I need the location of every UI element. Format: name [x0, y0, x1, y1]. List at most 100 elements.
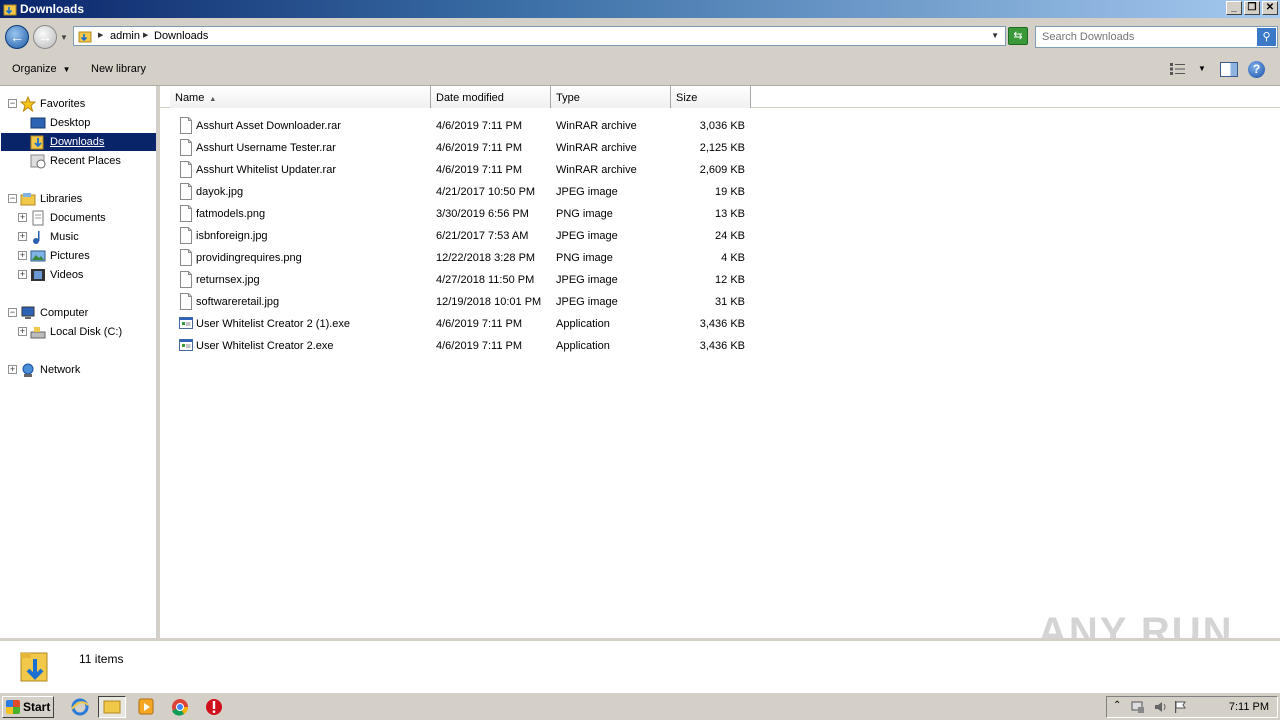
file-row[interactable]: isbnforeign.jpg 6/21/2017 7:53 AM JPEG ima…	[160, 225, 760, 247]
show-hidden-icons-icon[interactable]: ⌃	[1113, 700, 1127, 714]
breadcrumb-admin[interactable]: admin	[110, 30, 140, 42]
collapse-icon[interactable]: −	[8, 194, 17, 203]
nav-documents[interactable]: + Documents	[18, 209, 148, 227]
breadcrumb-arrow-icon[interactable]: ▶	[143, 31, 148, 39]
expand-icon[interactable]: +	[18, 232, 27, 241]
start-button[interactable]: Start	[2, 696, 54, 718]
nav-pictures[interactable]: + Pictures	[18, 247, 148, 265]
restore-button[interactable]: ❐	[1244, 1, 1260, 15]
organize-button[interactable]: Organize ▼	[12, 63, 71, 75]
nav-music-label: Music	[50, 231, 79, 243]
address-field[interactable]: ▶ admin ▶ Downloads ▼	[73, 26, 1006, 46]
volume-icon[interactable]	[1153, 700, 1167, 714]
collapse-icon[interactable]: −	[8, 99, 17, 108]
chrome-icon	[172, 699, 189, 716]
address-history-dropdown-icon[interactable]: ▼	[991, 31, 999, 40]
nav-favorites[interactable]: − Favorites	[8, 95, 148, 113]
new-library-button[interactable]: New library	[91, 63, 146, 75]
collapse-icon[interactable]: −	[8, 308, 17, 317]
nav-local-disk[interactable]: + Local Disk (C:)	[18, 323, 153, 341]
nav-downloads[interactable]: Downloads	[1, 133, 156, 151]
file-type: WinRAR archive	[556, 142, 637, 154]
file-name: User Whitelist Creator 2 (1).exe	[196, 318, 351, 330]
taskbar-chrome[interactable]	[166, 696, 194, 718]
nav-libraries[interactable]: − Libraries	[8, 190, 148, 208]
search-icon[interactable]: ⚲	[1257, 28, 1276, 46]
file-row[interactable]: Asshurt Asset Downloader.rar 4/6/2019 7:1…	[160, 115, 760, 137]
minimize-button[interactable]: _	[1226, 1, 1242, 15]
nav-recent-places[interactable]: Recent Places	[30, 152, 150, 170]
clock[interactable]: 7:11 PM	[1229, 701, 1269, 713]
hard-drive-icon	[30, 327, 46, 339]
file-type: PNG image	[556, 208, 613, 220]
recent-pages-dropdown-icon[interactable]: ▼	[60, 33, 68, 42]
taskbar-media-player[interactable]	[132, 696, 160, 718]
expand-icon[interactable]: +	[8, 365, 17, 374]
nav-music[interactable]: + Music	[18, 228, 148, 246]
column-date-modified[interactable]: Date modified	[431, 86, 551, 108]
file-size: 2,609 KB	[699, 164, 745, 176]
nav-desktop[interactable]: Desktop	[30, 114, 150, 132]
file-row[interactable]: Asshurt Whitelist Updater.rar 4/6/2019 7:…	[160, 159, 760, 181]
help-icon[interactable]: ?	[1248, 61, 1265, 78]
file-date-modified: 3/30/2019 6:56 PM	[436, 208, 529, 220]
window-title: Downloads	[20, 2, 85, 16]
file-name: isbnforeign.jpg	[196, 230, 268, 242]
file-type: JPEG image	[556, 186, 618, 198]
taskbar-explorer[interactable]	[98, 696, 126, 718]
file-icon	[180, 205, 192, 222]
file-icon	[180, 249, 192, 266]
file-date-modified: 4/21/2017 10:50 PM	[436, 186, 536, 198]
file-size: 24 KB	[715, 230, 745, 242]
nav-network-label: Network	[40, 364, 81, 376]
expand-icon[interactable]: +	[18, 213, 27, 222]
nav-videos[interactable]: + Videos	[18, 266, 148, 284]
application-icon	[179, 339, 193, 351]
nav-recent-places-label: Recent Places	[50, 155, 121, 167]
close-button[interactable]: ✕	[1262, 1, 1278, 15]
file-row[interactable]: User Whitelist Creator 2.exe 4/6/2019 7:1…	[160, 335, 760, 357]
expand-icon[interactable]: +	[18, 327, 27, 336]
column-name[interactable]: Name ▲	[170, 86, 431, 108]
nav-computer-label: Computer	[40, 307, 89, 319]
forward-button[interactable]: →	[33, 25, 57, 49]
address-bar: ← → ▼ ▶ admin ▶ Downloads ▼ ⇆ ⚲	[0, 18, 1280, 54]
preview-pane-icon[interactable]	[1220, 62, 1238, 77]
nav-network[interactable]: + Network	[8, 361, 148, 379]
column-type[interactable]: Type	[551, 86, 671, 108]
file-size: 19 KB	[715, 186, 745, 198]
column-size[interactable]: Size	[671, 86, 751, 108]
file-row[interactable]: Asshurt Username Tester.rar 4/6/2019 7:11…	[160, 137, 760, 159]
search-input[interactable]	[1036, 27, 1251, 47]
file-row[interactable]: fatmodels.png 3/30/2019 6:56 PM PNG image 1…	[160, 203, 760, 225]
back-button[interactable]: ←	[5, 25, 29, 49]
nav-computer[interactable]: − Computer	[8, 304, 148, 322]
file-row[interactable]: User Whitelist Creator 2 (1).exe 4/6/2019…	[160, 313, 760, 335]
action-center-flag-icon[interactable]	[1173, 700, 1187, 714]
file-list: Name ▲ Date modified Type Size Asshurt As…	[160, 86, 1280, 638]
taskbar-stop-app[interactable]	[200, 696, 228, 718]
file-date-modified: 12/22/2018 3:28 PM	[436, 252, 536, 264]
internet-explorer-icon	[71, 698, 89, 716]
file-row[interactable]: dayok.jpg 4/21/2017 10:50 PM JPEG image 19 …	[160, 181, 760, 203]
downloads-folder-icon	[20, 652, 48, 682]
media-player-icon	[138, 698, 154, 715]
network-status-icon[interactable]	[1131, 700, 1145, 714]
breadcrumb-downloads[interactable]: Downloads	[154, 30, 208, 42]
breadcrumb-arrow-icon[interactable]: ▶	[98, 31, 103, 39]
file-row[interactable]: softwareretail.jpg 12/19/2018 10:01 PM JPE…	[160, 291, 760, 313]
file-type: JPEG image	[556, 296, 618, 308]
file-row[interactable]: returnsex.jpg 4/27/2018 11:50 PM JPEG imag…	[160, 269, 760, 291]
file-row[interactable]: providingrequires.png 12/22/2018 3:28 PM P…	[160, 247, 760, 269]
file-name: User Whitelist Creator 2.exe	[196, 340, 334, 352]
view-options-icon[interactable]	[1170, 63, 1186, 75]
expand-icon[interactable]: +	[18, 270, 27, 279]
downloads-folder-icon	[30, 135, 44, 150]
taskbar-internet-explorer[interactable]	[66, 696, 94, 718]
nav-videos-label: Videos	[50, 269, 84, 281]
refresh-button[interactable]: ⇆	[1008, 27, 1028, 45]
file-icon	[180, 161, 192, 178]
views-dropdown-icon[interactable]: ▼	[1198, 64, 1206, 73]
file-name: returnsex.jpg	[196, 274, 260, 286]
expand-icon[interactable]: +	[18, 251, 27, 260]
